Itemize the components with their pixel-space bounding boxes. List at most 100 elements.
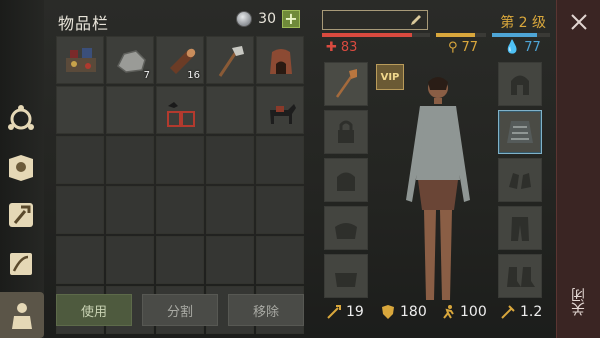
close-icon[interactable] <box>569 12 589 32</box>
water-drop-icon: 💧 <box>504 40 521 55</box>
running-icon <box>443 305 454 319</box>
food-bar-fill <box>436 33 475 37</box>
weight-icon <box>501 305 515 319</box>
edit-pencil-icon[interactable] <box>409 13 423 27</box>
equip-slot-chest[interactable] <box>498 110 542 154</box>
equip-slot-bag[interactable] <box>324 206 368 250</box>
inventory-slot-empty[interactable] <box>206 136 254 184</box>
inventory-slot-empty[interactable] <box>106 136 154 184</box>
inventory-panel: 物品栏 30 + 7 16 使用 分割 移除 <box>52 6 310 334</box>
character-panel: 第 2 级 ✚ 83 ⚲ 77 💧 77 VIP 19 180 100 1.2 <box>318 6 550 334</box>
food-value: 77 <box>461 40 479 55</box>
split-button[interactable]: 分割 <box>142 294 218 326</box>
vital-bars <box>322 33 550 37</box>
equip-slot-pants[interactable] <box>498 206 542 250</box>
inventory-grid: 7 16 <box>56 36 306 334</box>
close-sidebar[interactable]: 关闭 <box>556 0 600 338</box>
attack-value: 19 <box>346 304 364 320</box>
character-name-field[interactable] <box>322 10 428 30</box>
inventory-slot-empty[interactable] <box>106 186 154 234</box>
nav-character-button[interactable] <box>0 292 44 338</box>
weight-value: 1.2 <box>520 304 543 320</box>
equip-slot-gloves[interactable] <box>498 158 542 202</box>
inventory-slot-empty[interactable] <box>256 236 304 284</box>
armor-value: 180 <box>400 304 427 320</box>
stone-quantity: 7 <box>143 70 150 81</box>
inventory-slot-empty[interactable] <box>206 186 254 234</box>
backpack-icon <box>337 172 355 191</box>
speed-stat: 100 <box>440 304 487 320</box>
use-button[interactable]: 使用 <box>56 294 132 326</box>
inventory-actions: 使用 分割 移除 <box>56 294 306 326</box>
hammer-axe-icon <box>9 203 33 227</box>
inventory-slot-empty[interactable] <box>56 186 104 234</box>
shield-icon <box>382 305 394 319</box>
inventory-slot-empty[interactable] <box>206 86 254 134</box>
equip-slot-saddlebag[interactable] <box>324 254 368 298</box>
saddlebag-icon <box>335 273 357 287</box>
equip-slot-boots[interactable] <box>498 254 542 298</box>
currency-amount: 30 <box>258 11 276 27</box>
inventory-slot-empty[interactable] <box>156 236 204 284</box>
bag-icon <box>335 223 357 239</box>
nav-crafting-button[interactable] <box>2 196 40 234</box>
inventory-slot-empty[interactable] <box>256 186 304 234</box>
inventory-slot-axe[interactable] <box>206 36 254 84</box>
equip-slot-helmet[interactable] <box>498 62 542 106</box>
gloves-icon <box>509 173 531 189</box>
lock-icon <box>338 120 354 143</box>
inventory-slot-empty[interactable] <box>206 236 254 284</box>
inventory-slot-stone[interactable]: 7 <box>106 36 154 84</box>
food-bar <box>436 33 486 37</box>
coin-icon <box>236 11 253 27</box>
crow-cage-icon <box>167 102 195 127</box>
equip-slot-weapon[interactable] <box>324 62 368 106</box>
health-stat: ✚ 83 <box>326 40 357 55</box>
currency-display: 30 <box>236 11 276 27</box>
inventory-slot-empty[interactable] <box>106 86 154 134</box>
inventory-slot-horse[interactable] <box>256 86 304 134</box>
health-value: 83 <box>340 40 358 55</box>
nav-journal-button[interactable] <box>2 148 40 186</box>
inventory-slot-empty[interactable] <box>56 236 104 284</box>
water-value: 77 <box>524 40 541 55</box>
weight-stat: 1.2 <box>500 304 542 320</box>
inventory-slot-log[interactable]: 16 <box>156 36 204 84</box>
remove-button[interactable]: 移除 <box>228 294 304 326</box>
food-stat: ⚲ 77 <box>448 40 478 55</box>
nav-skills-button[interactable] <box>2 100 40 138</box>
inventory-slot-empty[interactable] <box>106 236 154 284</box>
add-currency-button[interactable]: + <box>282 10 300 28</box>
water-bar <box>492 33 550 37</box>
equip-slot-backpack[interactable] <box>324 158 368 202</box>
axe-icon <box>218 46 244 77</box>
sword-icon <box>327 305 341 319</box>
inventory-slot-empty[interactable] <box>156 186 204 234</box>
armor-stat: 180 <box>380 304 427 320</box>
inventory-slot-crow-cage[interactable] <box>156 86 204 134</box>
character-icon <box>12 303 32 329</box>
health-bar <box>322 33 430 37</box>
food-drumstick-icon: ⚲ <box>448 40 458 55</box>
close-label[interactable]: 关闭 <box>569 288 589 316</box>
furnace-icon <box>270 49 292 74</box>
settings-circle-icon <box>8 105 34 130</box>
sun-book-icon <box>9 155 33 181</box>
inventory-slot-empty[interactable] <box>256 136 304 184</box>
boots-icon <box>507 267 535 287</box>
helmet-icon <box>511 75 529 95</box>
inventory-slot-empty[interactable] <box>56 86 104 134</box>
character-model <box>406 77 470 300</box>
scale-armor-icon <box>507 121 533 143</box>
inventory-slot-empty[interactable] <box>156 136 204 184</box>
inventory-slot-workbench[interactable] <box>56 36 104 84</box>
health-cross-icon: ✚ <box>326 40 337 55</box>
equip-slot-locked[interactable] <box>324 110 368 154</box>
inventory-slot-empty[interactable] <box>56 136 104 184</box>
inventory-title: 物品栏 <box>58 14 110 33</box>
inventory-slot-furnace[interactable] <box>256 36 304 84</box>
scroll-quill-icon <box>10 253 32 275</box>
nav-quests-button[interactable] <box>2 244 40 282</box>
health-bar-fill <box>322 33 412 37</box>
left-nav <box>0 0 44 338</box>
